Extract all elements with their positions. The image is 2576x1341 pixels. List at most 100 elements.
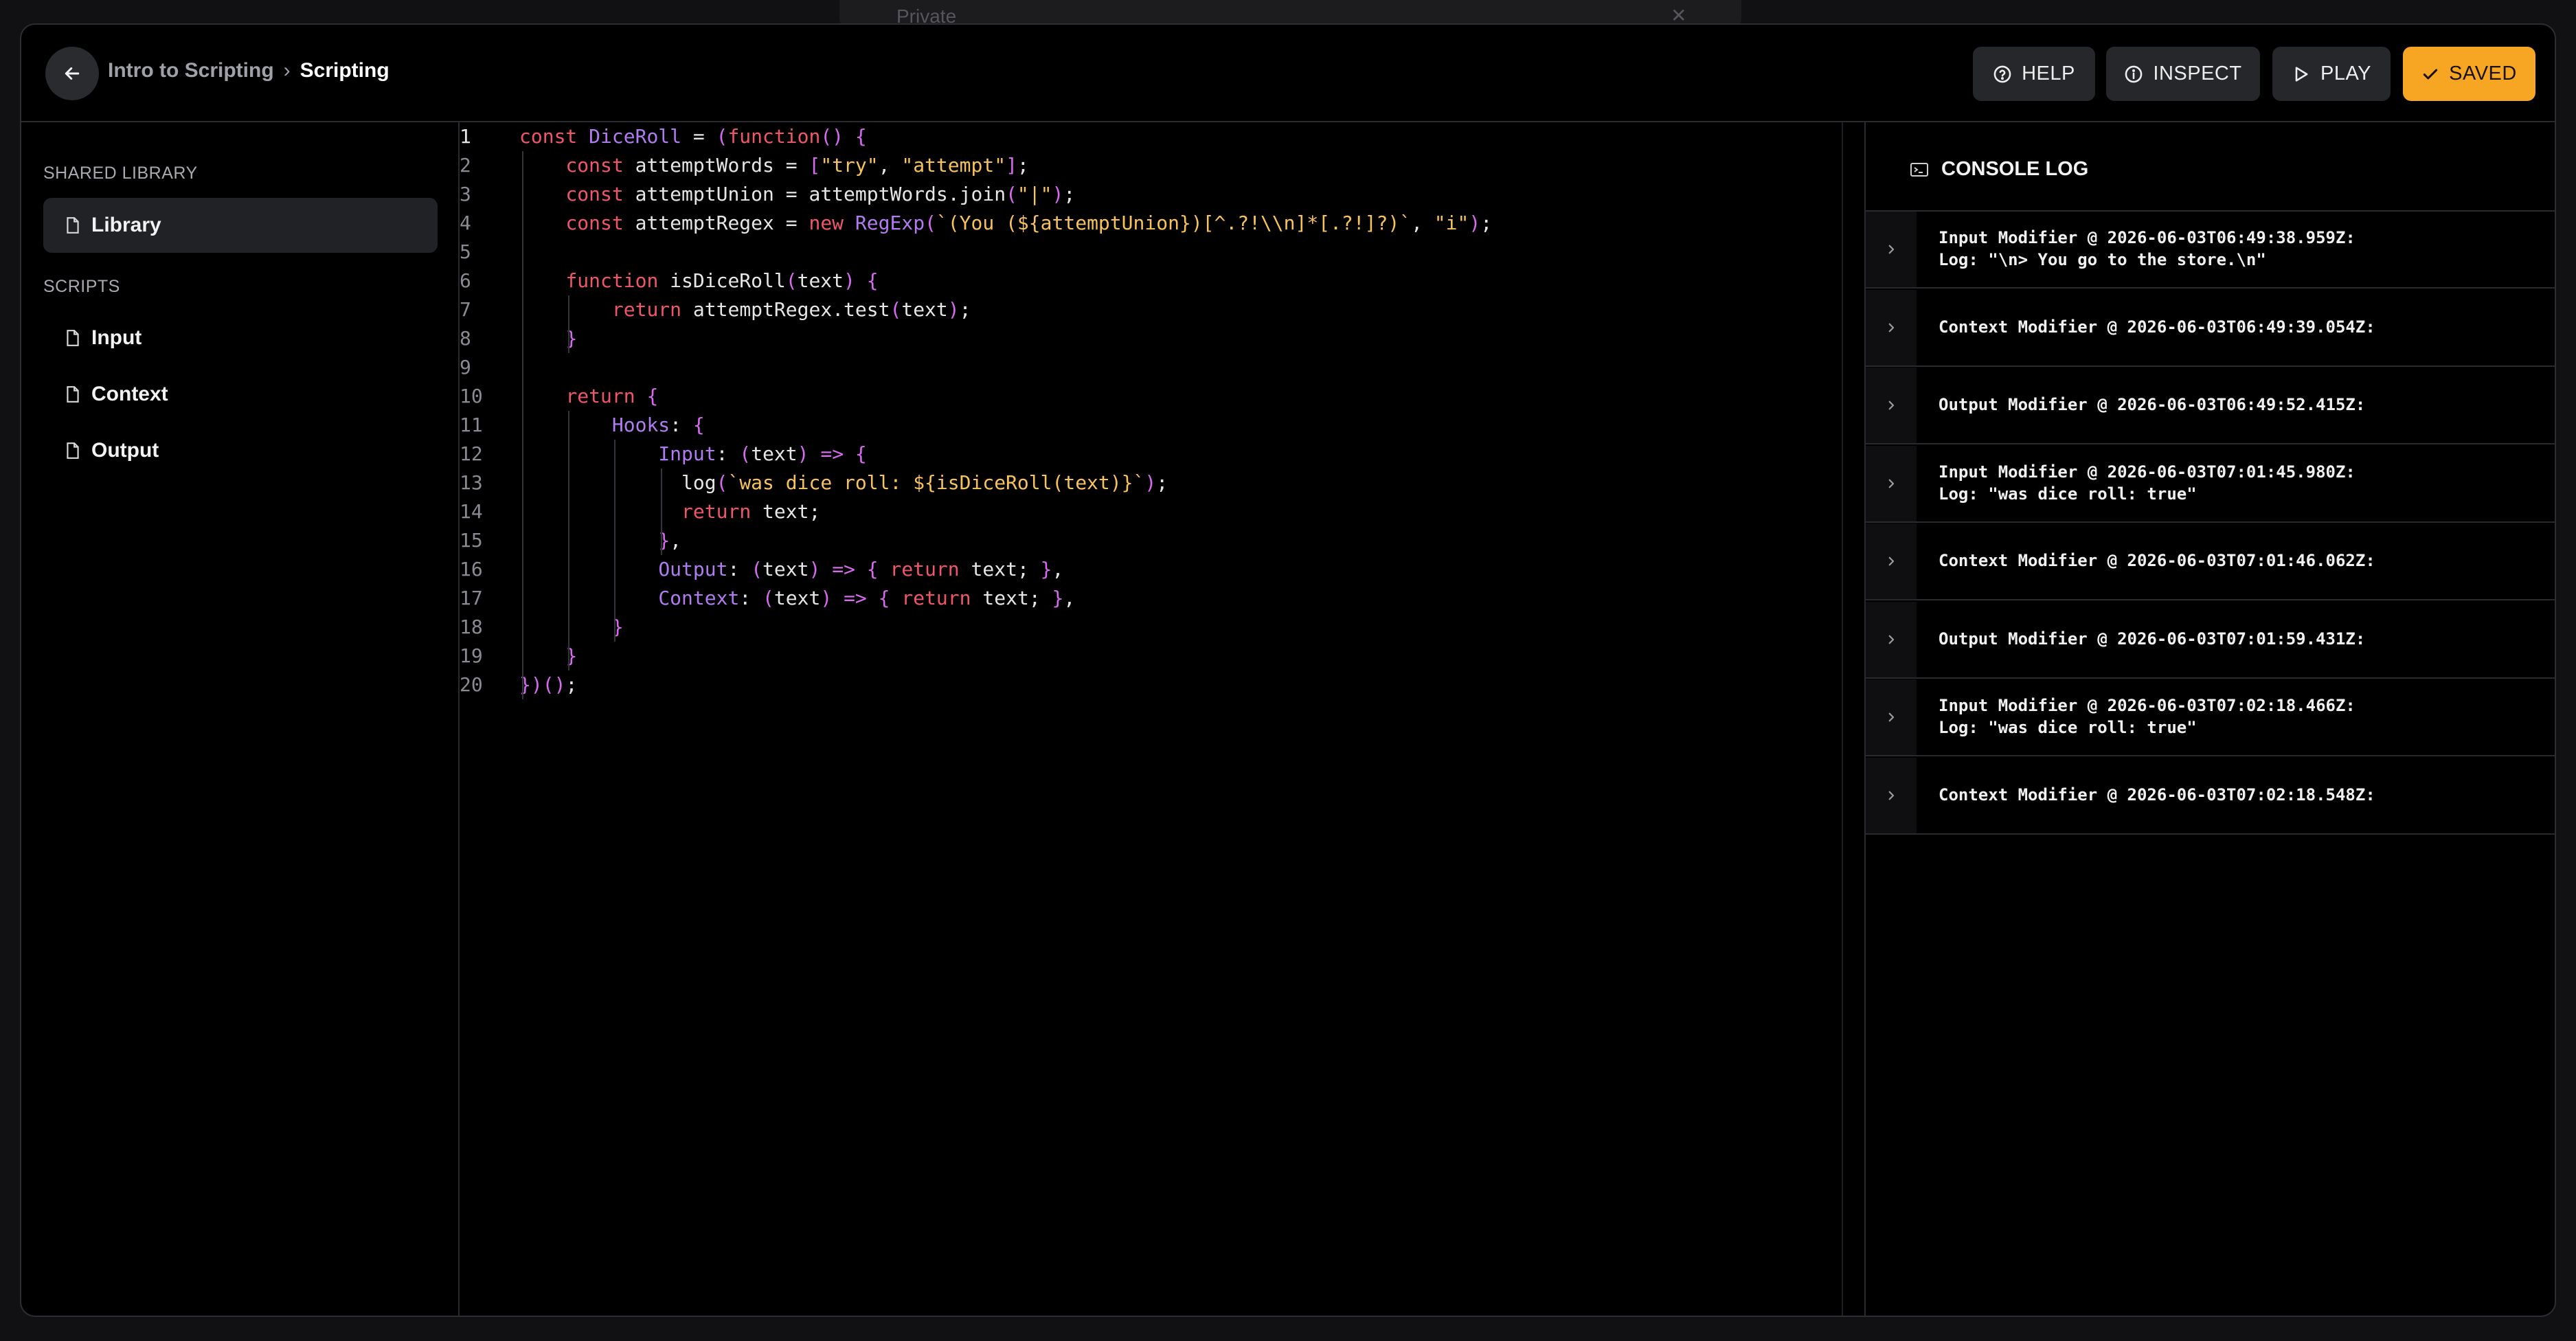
scripts-heading: SCRIPTS <box>43 277 120 296</box>
log-entry-text: Context Modifier @ 2026-06-03T07:02:18.5… <box>1939 785 2375 804</box>
line-code: Context: (text) => { return text; }, <box>658 587 1076 609</box>
line-code: })(); <box>519 673 578 696</box>
file-icon <box>67 330 79 346</box>
file-icon <box>67 442 79 459</box>
line-number: 17 <box>460 587 483 609</box>
chevron-right-icon <box>1888 479 1895 488</box>
log-entry-text: Input Modifier @ 2026-06-03T07:02:18.466… <box>1939 696 2355 737</box>
console-title: CONSOLE LOG <box>1910 158 2088 181</box>
console-log-entry[interactable]: Input Modifier @ 2026-06-03T07:02:18.466… <box>1866 679 2555 756</box>
indent-guide <box>660 469 662 555</box>
background-settings-card <box>839 0 1741 26</box>
script-sidebar: SHARED LIBRARY Library SCRIPTS Input Con… <box>21 122 460 1316</box>
line-code: const attemptWords = ["try", "attempt"]; <box>565 154 1029 177</box>
line-number: 9 <box>460 356 471 379</box>
sidebar-item-label: Context <box>91 383 168 405</box>
expand-entry-button[interactable] <box>1866 523 1917 599</box>
sidebar-item-output[interactable]: Output <box>43 423 438 478</box>
saved-button[interactable]: SAVED <box>2403 47 2535 101</box>
chevron-right-icon <box>1888 791 1895 800</box>
line-code: return { <box>565 385 659 407</box>
log-entry-text: Input Modifier @ 2026-06-03T06:49:38.959… <box>1939 228 2355 269</box>
line-number: 1 <box>460 125 471 148</box>
info-circle-icon <box>2125 65 2143 82</box>
expand-entry-button[interactable] <box>1866 289 1917 365</box>
sidebar-item-label: Input <box>91 326 142 349</box>
chevron-right-icon <box>1888 323 1895 332</box>
console-log-entry[interactable]: Context Modifier @ 2026-06-03T07:02:18.5… <box>1866 757 2555 835</box>
line-number: 19 <box>460 644 483 667</box>
log-entry-text: Input Modifier @ 2026-06-03T07:01:45.980… <box>1939 462 2355 504</box>
console-log-entry[interactable]: Input Modifier @ 2026-06-03T07:01:45.980… <box>1866 445 2555 523</box>
chevron-right-icon <box>1888 635 1895 644</box>
log-entry-text: Output Modifier @ 2026-06-03T06:49:52.41… <box>1939 395 2366 414</box>
checkmark-icon <box>2423 69 2438 79</box>
line-code: function isDiceRoll(text) { <box>565 269 879 292</box>
line-number: 10 <box>460 385 483 407</box>
indent-guide <box>614 440 616 642</box>
console-log-entry[interactable]: Context Modifier @ 2026-06-03T06:49:39.0… <box>1866 289 2555 367</box>
file-icon <box>67 386 79 403</box>
breadcrumb: Intro to Scripting › Scripting <box>108 59 389 82</box>
breadcrumb-parent[interactable]: Intro to Scripting <box>108 59 274 82</box>
terminal-icon <box>1910 162 1928 177</box>
line-code: const attemptUnion = attemptWords.join("… <box>565 183 1076 205</box>
console-log-entry[interactable]: Context Modifier @ 2026-06-03T07:01:46.0… <box>1866 523 2555 600</box>
line-code: log(`was dice roll: ${isDiceRoll(text)}`… <box>681 471 1168 494</box>
help-button[interactable]: HELP <box>1973 47 2095 101</box>
code-editor[interactable]: 1 const DiceRoll = (function() { 2 const a… <box>460 122 1864 1316</box>
line-number: 13 <box>460 471 483 494</box>
chevron-right-icon <box>1888 401 1895 410</box>
sidebar-item-label: Output <box>91 439 159 462</box>
expand-entry-button[interactable] <box>1866 445 1917 521</box>
help-circle-icon <box>1993 65 2011 82</box>
console-log-entry[interactable]: Input Modifier @ 2026-06-03T06:49:38.959… <box>1866 212 2555 289</box>
sidebar-item-context[interactable]: Context <box>43 367 438 422</box>
line-code: const attemptRegex = new RegExp(`(You ($… <box>565 212 1493 234</box>
console-log-entry[interactable]: Output Modifier @ 2026-06-03T07:01:59.43… <box>1866 601 2555 679</box>
chevron-right-icon <box>1888 556 1895 566</box>
sidebar-item-library[interactable]: Library <box>43 198 438 253</box>
chevron-right-icon <box>1888 712 1895 722</box>
console-log-entry[interactable]: Output Modifier @ 2026-06-03T06:49:52.41… <box>1866 368 2555 444</box>
indent-guide <box>568 411 570 670</box>
expand-entry-button[interactable] <box>1866 212 1917 287</box>
line-code: const DiceRoll = (function() { <box>519 125 867 148</box>
console-title-label: CONSOLE LOG <box>1941 158 2089 180</box>
line-number: 2 <box>460 154 471 177</box>
breadcrumb-current: Scripting <box>300 59 389 82</box>
indent-guide <box>568 295 570 353</box>
help-button-label: HELP <box>2022 63 2075 84</box>
line-number: 7 <box>460 298 471 321</box>
line-number: 4 <box>460 212 471 234</box>
chevron-right-icon <box>1888 245 1895 254</box>
line-number: 18 <box>460 616 483 638</box>
line-code: Input: (text) => { <box>658 442 867 465</box>
line-number: 14 <box>460 500 483 523</box>
line-code: Output: (text) => { return text; }, <box>658 558 1064 581</box>
script-editor-modal: Intro to Scripting › Scripting HELP INSP… <box>20 23 2556 1317</box>
log-entry-text: Context Modifier @ 2026-06-03T06:49:39.0… <box>1939 317 2375 337</box>
line-number: 20 <box>460 673 483 696</box>
sidebar-item-label: Library <box>91 214 161 236</box>
indent-guide <box>522 151 523 699</box>
expand-entry-button[interactable] <box>1866 368 1917 443</box>
editor-minimap-divider <box>1842 122 1843 1316</box>
line-code: return attemptRegex.test(text); <box>611 298 971 321</box>
log-entry-text: Context Modifier @ 2026-06-03T07:01:46.0… <box>1939 551 2375 570</box>
saved-button-label: SAVED <box>2449 63 2517 84</box>
line-number: 5 <box>460 240 471 263</box>
sidebar-item-input[interactable]: Input <box>43 311 438 365</box>
line-number: 15 <box>460 529 483 552</box>
line-number: 16 <box>460 558 483 581</box>
file-icon <box>67 217 79 234</box>
line-code: } <box>611 616 624 638</box>
expand-entry-button[interactable] <box>1866 679 1917 755</box>
line-number: 11 <box>460 414 483 436</box>
expand-entry-button[interactable] <box>1866 757 1917 833</box>
expand-entry-button[interactable] <box>1866 601 1917 677</box>
back-button[interactable] <box>45 47 99 100</box>
inspect-button[interactable]: INSPECT <box>2106 47 2260 101</box>
editor-header: Intro to Scripting › Scripting HELP INSP… <box>21 25 2555 122</box>
play-button[interactable]: PLAY <box>2272 47 2391 101</box>
